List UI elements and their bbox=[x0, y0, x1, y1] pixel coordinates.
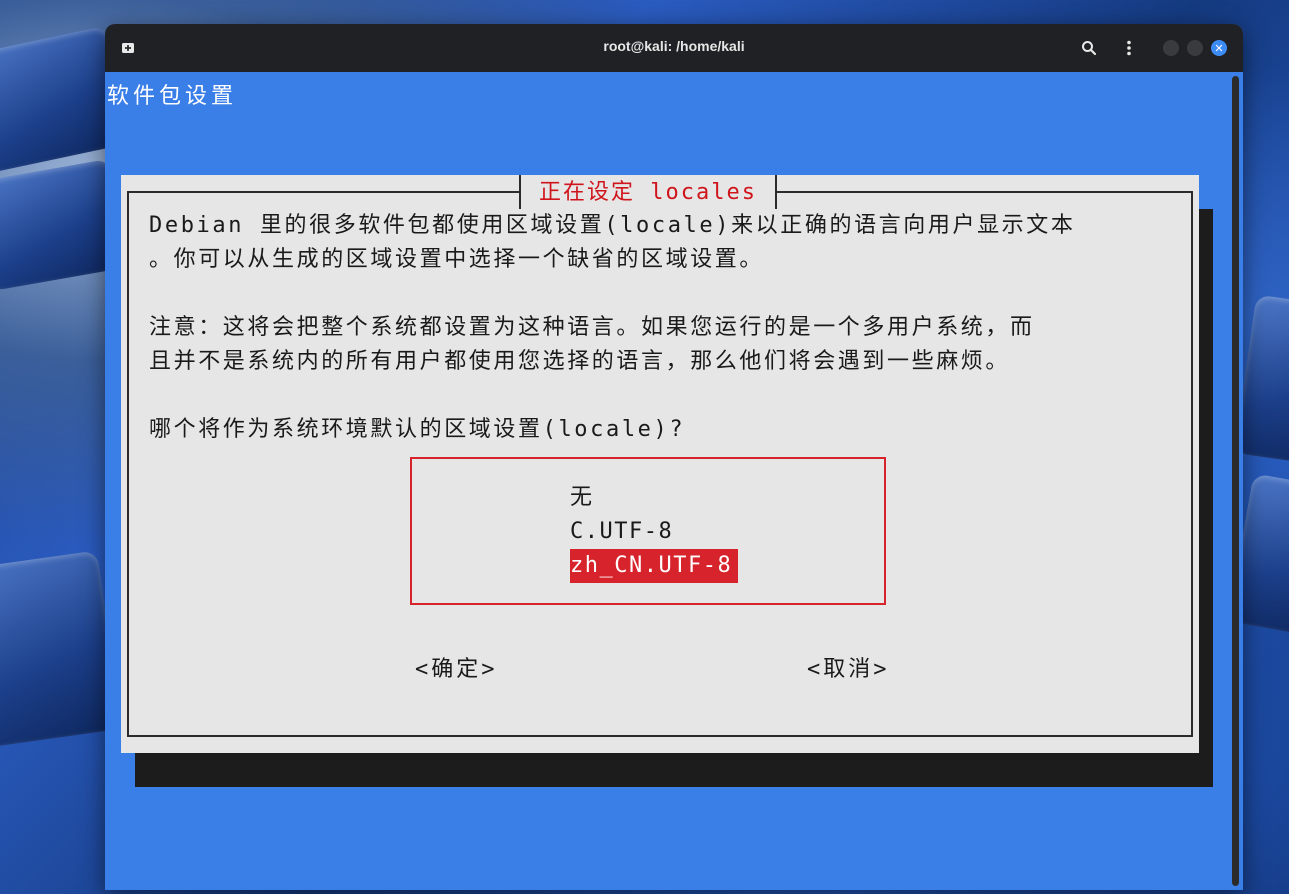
terminal-window: root@kali: /home/kali ✕ 软件包设置 正在设定 local… bbox=[105, 24, 1243, 890]
terminal-area[interactable]: 软件包设置 正在设定 locales Debian 里的很多软件包都使用区域设置… bbox=[105, 72, 1243, 890]
dialog-title: 正在设定 locales bbox=[519, 175, 777, 209]
backtitle: 软件包设置 bbox=[107, 84, 238, 109]
cancel-button[interactable]: <取消> bbox=[807, 653, 890, 687]
dialog-prompt: 哪个将作为系统环境默认的区域设置(locale)? bbox=[149, 417, 686, 442]
window-title: root@kali: /home/kali bbox=[603, 38, 745, 54]
config-dialog: 正在设定 locales Debian 里的很多软件包都使用区域设置(local… bbox=[121, 175, 1199, 753]
locale-option-c-utf8[interactable]: C.UTF-8 bbox=[570, 515, 673, 549]
minimize-icon[interactable] bbox=[1163, 40, 1179, 56]
ok-button[interactable]: <确定> bbox=[415, 653, 498, 687]
dialog-text-line: 注意：这将会把整个系统都设置为这种语言。如果您运行的是一个多用户系统，而 bbox=[149, 315, 1035, 340]
locale-option-none[interactable]: 无 bbox=[570, 481, 594, 515]
dialog-text-line: Debian 里的很多软件包都使用区域设置(locale)来以正确的语言向用户显… bbox=[149, 213, 1076, 238]
terminal-scrollbar[interactable] bbox=[1232, 76, 1239, 886]
close-icon[interactable]: ✕ bbox=[1211, 40, 1227, 56]
kebab-menu-icon[interactable] bbox=[1120, 39, 1138, 57]
wallpaper-shape bbox=[0, 550, 122, 750]
search-icon[interactable] bbox=[1080, 39, 1098, 57]
dialog-text-line: 且并不是系统内的所有用户都使用您选择的语言，那么他们将会遇到一些麻烦。 bbox=[149, 349, 1011, 374]
locale-option-zh-cn-utf8[interactable]: zh_CN.UTF-8 bbox=[570, 549, 739, 583]
maximize-icon[interactable] bbox=[1187, 40, 1203, 56]
locale-menu: 无 C.UTF-8 zh_CN.UTF-8 bbox=[410, 457, 886, 605]
dialog-text-line: 。你可以从生成的区域设置中选择一个缺省的区域设置。 bbox=[149, 247, 765, 272]
window-titlebar: root@kali: /home/kali ✕ bbox=[105, 24, 1243, 72]
